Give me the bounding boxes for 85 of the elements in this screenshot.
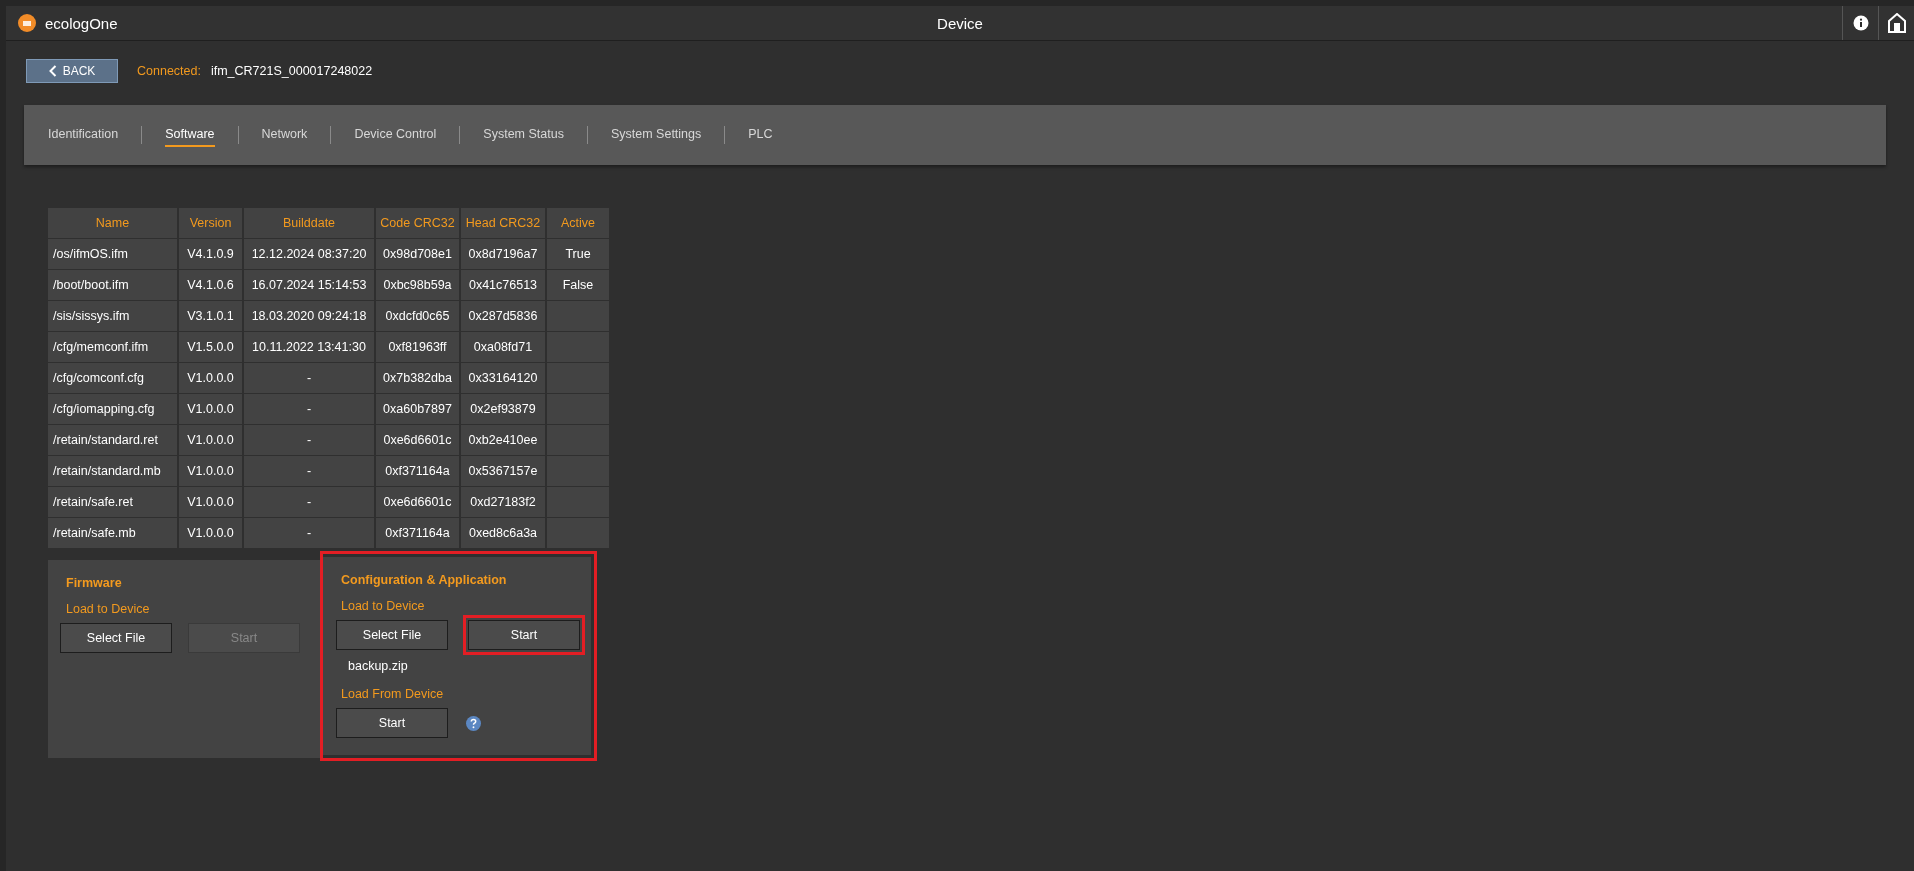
table-cell: /retain/standard.mb (48, 456, 177, 486)
table-cell: 0xf81963ff (376, 332, 459, 362)
tab[interactable]: Software (165, 123, 215, 147)
table-cell: V1.0.0.0 (179, 487, 242, 517)
table-cell: False (547, 270, 609, 300)
table-cell: /sis/sissys.ifm (48, 301, 177, 331)
table-cell: 0xe6d6601c (376, 487, 459, 517)
table-cell: - (244, 456, 374, 486)
section-label: Load From Device (341, 687, 445, 701)
table-cell: True (547, 239, 609, 269)
app-name: ecologOne (45, 14, 118, 32)
start-button[interactable]: Start (336, 708, 448, 738)
table-cell: /os/ifmOS.ifm (48, 239, 177, 269)
column-header: Name (48, 208, 177, 238)
table-cell: 0x8d7196a7 (461, 239, 545, 269)
table-cell: 0xbc98b59a (376, 270, 459, 300)
select-file-button[interactable]: Select File (336, 620, 448, 650)
column-header: Code CRC32 (376, 208, 459, 238)
tab[interactable]: System Status (483, 123, 564, 147)
chevron-left-icon (48, 65, 57, 77)
table-cell: 0x98d708e1 (376, 239, 459, 269)
help-icon[interactable] (466, 715, 481, 731)
tab[interactable]: Device Control (354, 123, 437, 147)
table-cell: V1.0.0.0 (179, 363, 242, 393)
logo-icon (18, 14, 36, 32)
tab[interactable]: PLC (748, 123, 773, 147)
table-cell: V1.0.0.0 (179, 456, 242, 486)
tab[interactable]: Identification (48, 123, 119, 147)
table-cell: 0xf371164a (376, 518, 459, 548)
start-button[interactable]: Start (468, 620, 580, 650)
back-button[interactable]: BACK (26, 59, 118, 83)
table-cell: 18.03.2020 09:24:18 (244, 301, 374, 331)
table-cell: 0xb2e410ee (461, 425, 545, 455)
table-cell: V1.5.0.0 (179, 332, 242, 362)
section-label: Load to Device (341, 599, 426, 613)
table-cell: - (244, 363, 374, 393)
column-header: Active (547, 208, 609, 238)
table-cell: V4.1.0.6 (179, 270, 242, 300)
table-cell: 0xe6d6601c (376, 425, 459, 455)
connected-label: Connected: (137, 64, 201, 78)
panel-title: Configuration & Application (341, 573, 508, 587)
column-header: Head CRC32 (461, 208, 545, 238)
home-icon (1887, 13, 1906, 33)
table-cell: /retain/standard.ret (48, 425, 177, 455)
table-cell: 0x41c76513 (461, 270, 545, 300)
table-cell: V1.0.0.0 (179, 518, 242, 548)
table-cell: 12.12.2024 08:37:20 (244, 239, 374, 269)
info-icon (1852, 15, 1869, 31)
table-cell: /cfg/comconf.cfg (48, 363, 177, 393)
table-cell: - (244, 518, 374, 548)
table-cell: 16.07.2024 15:14:53 (244, 270, 374, 300)
device-name: ifm_CR721S_000017248022 (210, 64, 373, 78)
table-cell: /retain/safe.ret (48, 487, 177, 517)
table-cell: 0xf371164a (376, 456, 459, 486)
tab[interactable]: Network (261, 123, 308, 147)
table-cell: - (244, 425, 374, 455)
table-cell: 0xdcfd0c65 (376, 301, 459, 331)
tab[interactable]: System Settings (610, 123, 702, 147)
table-cell: V1.0.0.0 (179, 394, 242, 424)
window-title: Device (937, 14, 983, 32)
table-cell: 0xa60b7897 (376, 394, 459, 424)
table-cell: 0x5367157e (461, 456, 545, 486)
table-cell: 0xed8c6a3a (461, 518, 545, 548)
table-cell: 0xa08fd71 (461, 332, 545, 362)
section-label: Load to Device (66, 602, 151, 616)
table-cell: V1.0.0.0 (179, 425, 242, 455)
table-cell: 0xd27183f2 (461, 487, 545, 517)
table-cell: V4.1.0.9 (179, 239, 242, 269)
table-cell: /cfg/iomapping.cfg (48, 394, 177, 424)
table-cell: - (244, 394, 374, 424)
table-cell: 0x287d5836 (461, 301, 545, 331)
file-name: backup.zip (347, 659, 409, 673)
table-cell: V3.1.0.1 (179, 301, 242, 331)
table-cell: - (244, 487, 374, 517)
table-cell: /cfg/memconf.ifm (48, 332, 177, 362)
select-file-button[interactable]: Select File (60, 623, 172, 653)
table-cell: 0x2ef93879 (461, 394, 545, 424)
table-cell: /boot/boot.ifm (48, 270, 177, 300)
column-header: Version (179, 208, 242, 238)
panel-title: Firmware (66, 576, 123, 590)
column-header: Builddate (244, 208, 374, 238)
table-cell: 10.11.2022 13:41:30 (244, 332, 374, 362)
table-cell: 0x33164120 (461, 363, 545, 393)
table-cell: 0x7b382dba (376, 363, 459, 393)
table-cell: /retain/safe.mb (48, 518, 177, 548)
